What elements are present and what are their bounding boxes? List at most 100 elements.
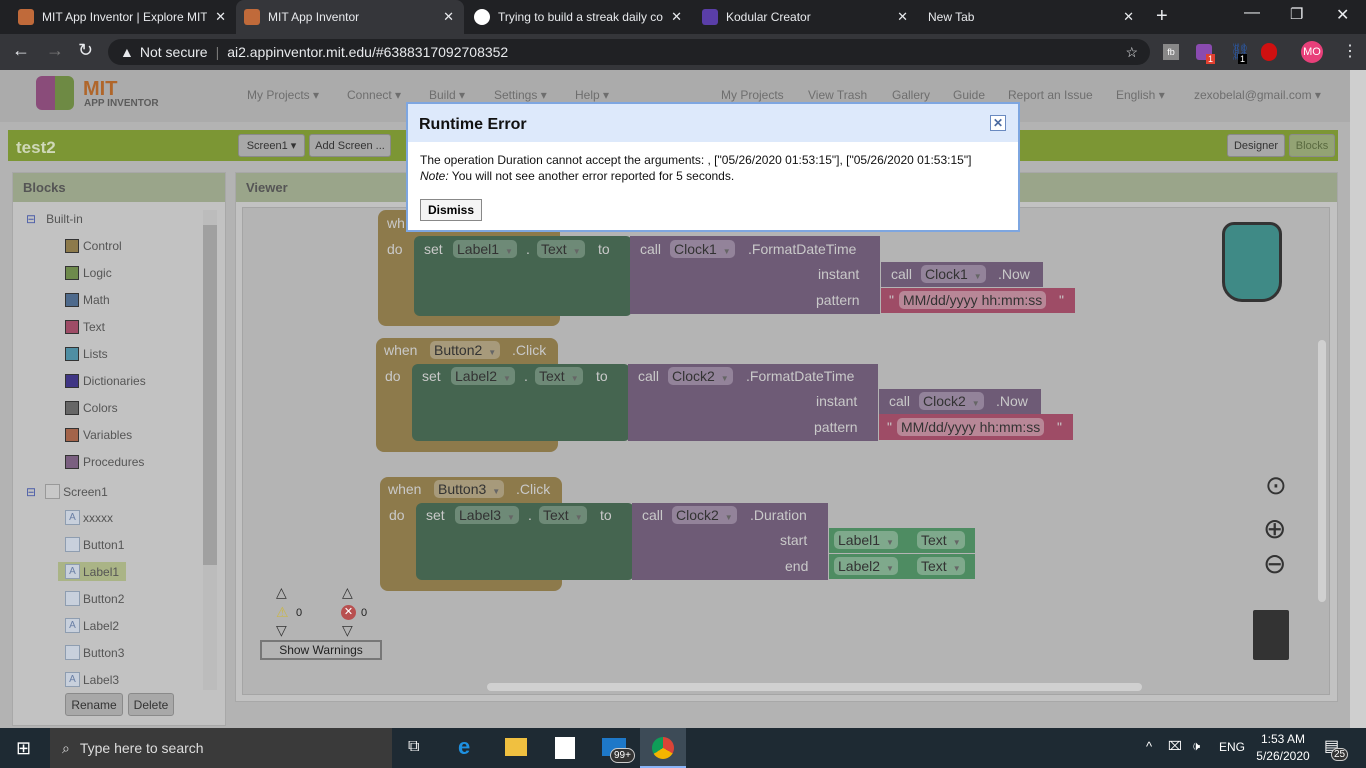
file-explorer-icon[interactable] <box>505 738 527 756</box>
recenter-icon[interactable]: ⊙ <box>1265 470 1287 501</box>
category-lists[interactable]: Lists <box>65 347 108 361</box>
dismiss-button[interactable]: Dismiss <box>420 199 483 221</box>
bookmark-star-icon[interactable]: ☆ <box>1125 44 1138 61</box>
language-menu[interactable]: English ▾ <box>1116 88 1165 102</box>
designer-button[interactable]: Designer <box>1227 134 1285 157</box>
pattern-text-field[interactable]: MM/dd/yyyy hh:mm:ss <box>897 418 1045 436</box>
category-colors[interactable]: Colors <box>65 401 118 415</box>
menu-help[interactable]: Help ▾ <box>575 88 609 102</box>
tab-new[interactable]: New Tab ✕ <box>920 0 1144 34</box>
close-window-icon[interactable]: ✕ <box>1336 5 1349 25</box>
component-button2[interactable]: Button2 <box>58 589 131 608</box>
builtin-node[interactable]: ⊟ Built-in <box>26 212 83 226</box>
network-icon[interactable]: ⌧ <box>1168 739 1182 753</box>
tree-scrollbar[interactable] <box>203 210 217 690</box>
zoom-in-icon[interactable]: ⊕ <box>1263 512 1286 545</box>
add-screen-button[interactable]: Add Screen ... <box>309 134 391 157</box>
screen1-node[interactable]: ⊟ Screen1 <box>26 484 108 499</box>
component-button1[interactable]: Button1 <box>58 535 131 554</box>
category-dictionaries[interactable]: Dictionaries <box>65 374 146 388</box>
extension-icon[interactable]: fb <box>1163 44 1179 60</box>
clock-time[interactable]: 1:53 AM <box>1258 732 1308 746</box>
workspace-v-scrollbar[interactable] <box>1318 340 1326 602</box>
component-dropdown[interactable]: Label2 <box>838 558 880 574</box>
restore-icon[interactable]: ❐ <box>1290 5 1303 23</box>
link-gallery[interactable]: Gallery <box>892 88 930 102</box>
zoom-out-icon[interactable]: ⊖ <box>1263 547 1286 580</box>
category-math[interactable]: Math <box>65 293 110 307</box>
clock-dropdown[interactable]: Clock1 <box>674 241 717 257</box>
component-label3[interactable]: A Label3 <box>58 670 126 689</box>
account-menu[interactable]: zexobelal@gmail.com ▾ <box>1194 88 1321 102</box>
category-text[interactable]: Text <box>65 320 105 334</box>
close-tab-icon[interactable]: ✕ <box>671 9 682 25</box>
menu-settings[interactable]: Settings ▾ <box>494 88 547 102</box>
category-procedures[interactable]: Procedures <box>65 455 144 469</box>
new-tab-icon[interactable]: + <box>1156 5 1168 28</box>
prev-error-icon[interactable]: △ <box>342 584 353 601</box>
tab-kodular[interactable]: Kodular Creator ✕ <box>694 0 918 34</box>
clock-dropdown[interactable]: Clock2 <box>676 507 719 523</box>
windows-start-icon[interactable]: ⊞ <box>16 738 31 759</box>
blocks-button[interactable]: Blocks <box>1289 134 1335 157</box>
clock-dropdown[interactable]: Clock2 <box>672 368 715 384</box>
button-dropdown[interactable]: Button3 <box>438 481 486 497</box>
category-logic[interactable]: Logic <box>65 266 112 280</box>
property-dropdown[interactable]: Text <box>921 558 947 574</box>
reload-icon[interactable]: ↻ <box>78 40 93 61</box>
menu-build[interactable]: Build ▾ <box>429 88 465 102</box>
trash-icon[interactable] <box>1253 610 1289 660</box>
tab-streak[interactable]: Trying to build a streak daily co ✕ <box>466 0 692 34</box>
rename-button[interactable]: Rename <box>65 693 123 716</box>
close-tab-icon[interactable]: ✕ <box>215 9 226 25</box>
menu-connect[interactable]: Connect ▾ <box>347 88 401 102</box>
next-error-icon[interactable]: ▽ <box>342 622 353 639</box>
close-dialog-icon[interactable]: ✕ <box>990 115 1006 131</box>
chrome-taskbar-button[interactable] <box>640 728 686 768</box>
prev-warning-icon[interactable]: △ <box>276 584 287 601</box>
component-dropdown[interactable]: Label1 <box>457 241 499 257</box>
minimize-icon[interactable]: — <box>1244 4 1260 22</box>
clock-date[interactable]: 5/26/2020 <box>1254 749 1312 763</box>
taskbar-search[interactable]: ⌕ Type here to search <box>50 728 392 768</box>
backpack-icon[interactable] <box>1222 222 1282 302</box>
volume-icon[interactable]: 🕩 <box>1192 738 1200 754</box>
collapse-icon[interactable]: ⊟ <box>26 485 36 499</box>
component-label1[interactable]: A Label1 <box>58 562 127 581</box>
property-dropdown[interactable]: Text <box>543 507 569 523</box>
clock-dropdown[interactable]: Clock1 <box>925 266 968 282</box>
task-view-icon[interactable]: ⧉ <box>408 738 419 756</box>
edge-icon[interactable]: e <box>458 734 470 760</box>
tab-explore[interactable]: MIT App Inventor | Explore MIT ✕ <box>10 0 236 34</box>
close-tab-icon[interactable]: ✕ <box>1123 9 1134 25</box>
property-dropdown[interactable]: Text <box>539 368 565 384</box>
close-tab-icon[interactable]: ✕ <box>897 9 908 25</box>
link-guide[interactable]: Guide <box>953 88 985 102</box>
component-dropdown[interactable]: Label2 <box>455 368 497 384</box>
adblock-icon[interactable] <box>1261 43 1277 61</box>
close-tab-icon[interactable]: ✕ <box>443 9 454 25</box>
tab-app-inventor[interactable]: MIT App Inventor ✕ <box>236 0 464 34</box>
delete-button[interactable]: Delete <box>128 693 174 716</box>
link-report-issue[interactable]: Report an Issue <box>1008 88 1093 102</box>
component-button3[interactable]: Button3 <box>58 643 131 662</box>
category-control[interactable]: Control <box>65 239 122 253</box>
store-icon[interactable] <box>555 737 575 759</box>
next-warning-icon[interactable]: ▽ <box>276 622 287 639</box>
property-dropdown[interactable]: Text <box>921 532 947 548</box>
menu-my-projects[interactable]: My Projects ▾ <box>247 88 319 102</box>
screen-select[interactable]: Screen1 ▾ <box>238 134 305 157</box>
link-my-projects[interactable]: My Projects <box>721 88 784 102</box>
component-dropdown[interactable]: Label1 <box>838 532 880 548</box>
page-scrollbar[interactable] <box>1350 70 1366 728</box>
component-label2[interactable]: A Label2 <box>58 616 126 635</box>
component-dropdown[interactable]: Label3 <box>459 507 501 523</box>
property-dropdown[interactable]: Text <box>541 241 567 257</box>
back-icon[interactable]: ← <box>12 40 30 61</box>
pattern-text-field[interactable]: MM/dd/yyyy hh:mm:ss <box>899 291 1047 309</box>
show-warnings-button[interactable]: Show Warnings <box>260 640 382 660</box>
menu-kebab-icon[interactable]: ⋮ <box>1342 41 1358 61</box>
profile-avatar[interactable]: MO <box>1301 41 1323 63</box>
component-xxxxx[interactable]: Axxxxx <box>58 508 120 527</box>
link-view-trash[interactable]: View Trash <box>808 88 867 102</box>
